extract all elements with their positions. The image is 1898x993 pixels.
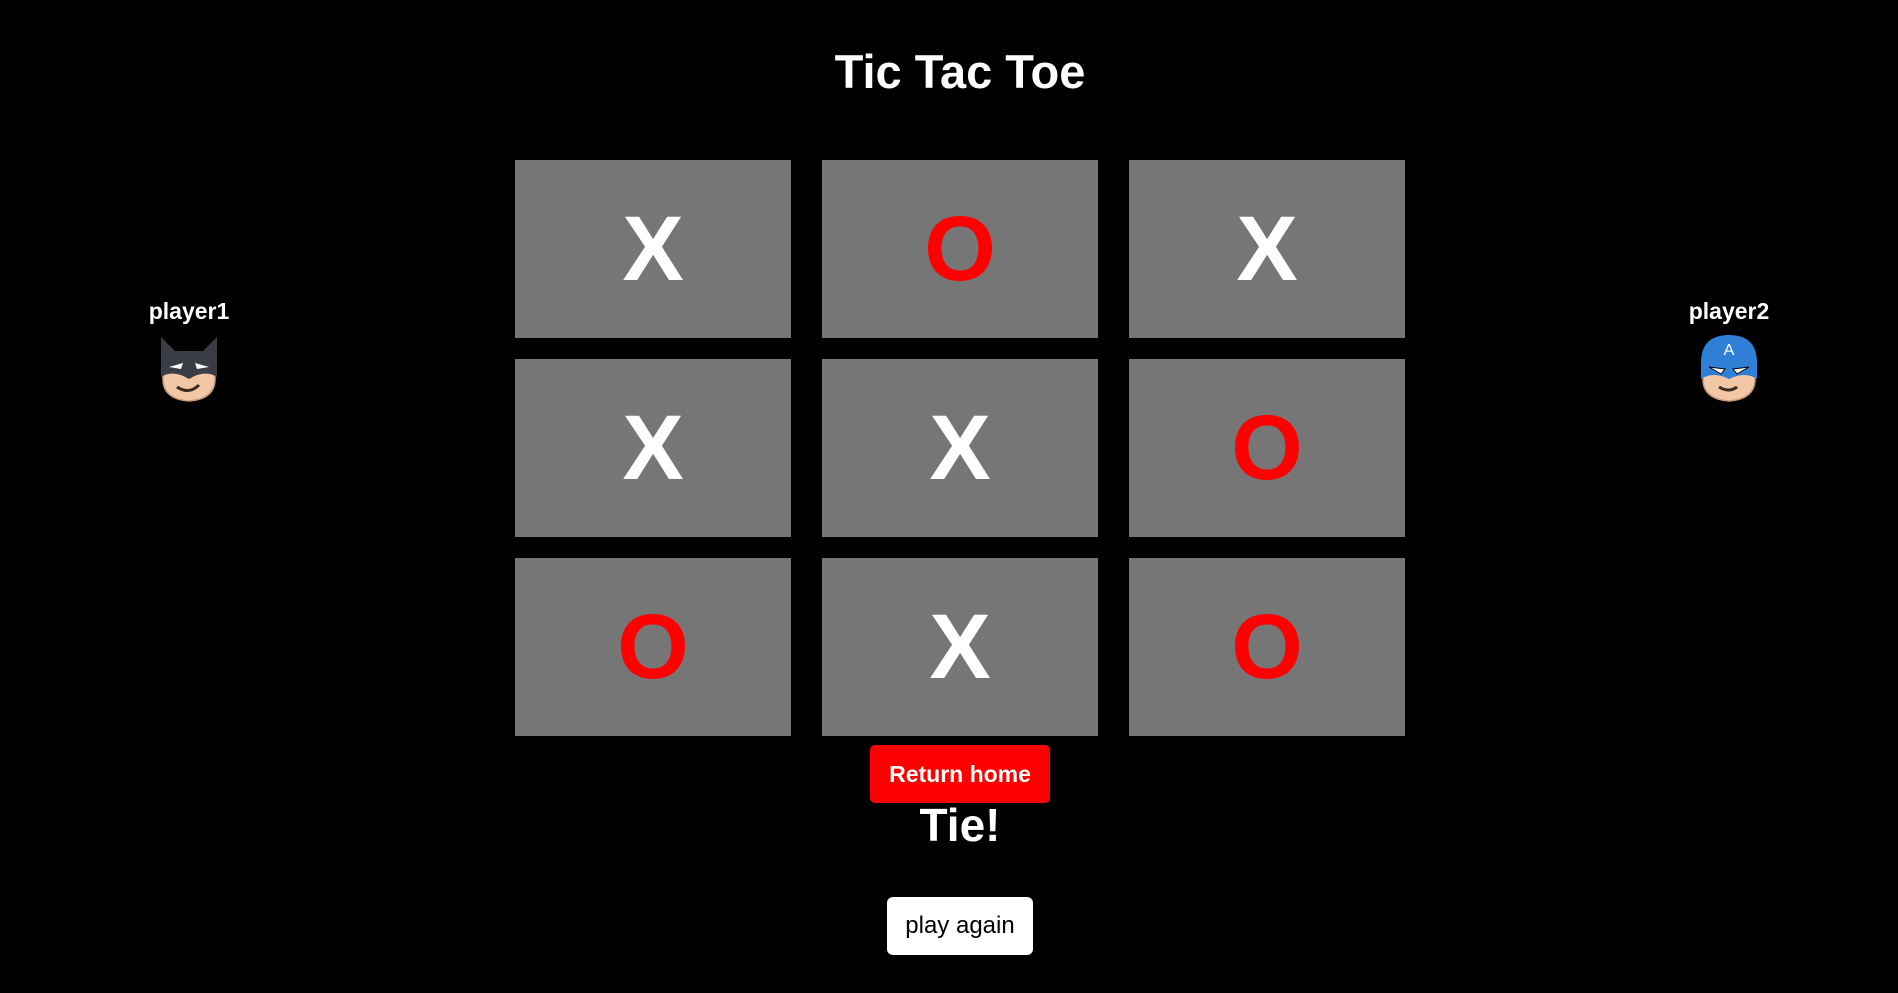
player2-panel: player2 A (1669, 298, 1789, 410)
player1-name: player1 (148, 298, 230, 324)
game-result-text: Tie! (919, 799, 1001, 851)
board-cell[interactable]: O (1129, 359, 1405, 537)
board-cell[interactable]: O (1129, 558, 1405, 736)
batman-mask-icon (157, 333, 221, 405)
page-title: Tic Tac Toe (834, 45, 1086, 98)
return-home-button[interactable]: Return home (870, 745, 1050, 803)
board-cell[interactable]: O (822, 160, 1098, 338)
board-cell[interactable]: X (1129, 160, 1405, 338)
board-cell[interactable]: O (515, 558, 791, 736)
board-cell[interactable]: X (822, 558, 1098, 736)
game-page: Tic Tac Toe player1 player2 A X O X X X … (0, 0, 1898, 993)
board-cell[interactable]: X (515, 160, 791, 338)
play-again-button[interactable]: play again (887, 897, 1033, 955)
board-cell[interactable]: X (822, 359, 1098, 537)
player2-name: player2 (1688, 298, 1770, 324)
board-cell[interactable]: X (515, 359, 791, 537)
game-board: X O X X X O O X O (515, 160, 1405, 736)
player1-panel: player1 (129, 298, 249, 410)
svg-text:A: A (1724, 342, 1735, 359)
captain-america-mask-icon: A (1697, 333, 1761, 405)
